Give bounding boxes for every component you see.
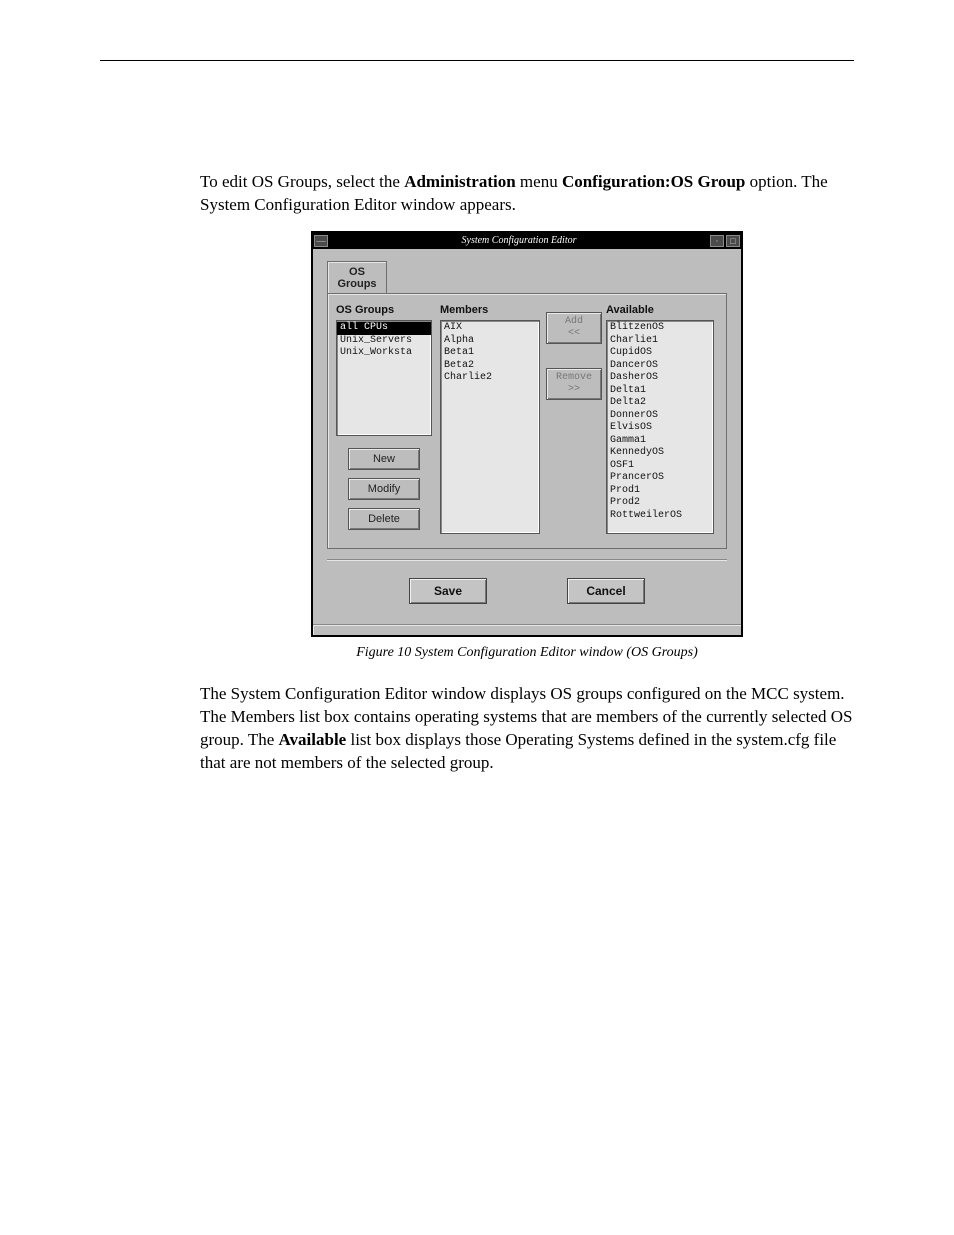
system-config-editor-window: — System Configuration Editor · □ OS Gro… <box>311 231 743 637</box>
list-item[interactable]: Unix_Worksta <box>337 347 431 360</box>
available-scrollbar[interactable] <box>716 304 726 518</box>
list-item[interactable]: Prod1 <box>607 485 713 498</box>
list-item[interactable]: all CPUs <box>337 322 431 335</box>
list-item[interactable]: Prod2 <box>607 497 713 510</box>
maximize-icon[interactable]: □ <box>726 235 740 247</box>
available-listbox[interactable]: BlitzenOSCharlie1CupidOSDancerOSDasherOS… <box>606 320 714 534</box>
text: menu <box>516 172 562 191</box>
save-button[interactable]: Save <box>409 578 487 604</box>
remove-button[interactable]: Remove >> <box>546 368 602 400</box>
window-status-strip <box>313 624 741 635</box>
minimize-icon[interactable]: · <box>710 235 724 247</box>
bold-config-osgroup: Configuration:OS Group <box>562 172 745 191</box>
header-members: Members <box>440 304 540 316</box>
list-item[interactable]: Delta2 <box>607 397 713 410</box>
header-os-groups: OS Groups <box>336 304 434 316</box>
tab-os-groups[interactable]: OS Groups <box>327 261 387 294</box>
list-item[interactable]: OSF1 <box>607 460 713 473</box>
list-item[interactable]: Beta2 <box>441 360 539 373</box>
header-available: Available <box>606 304 714 316</box>
remove-label: Remove <box>547 372 601 384</box>
bold-administration: Administration <box>404 172 515 191</box>
list-item[interactable]: PrancerOS <box>607 472 713 485</box>
add-label: Add <box>547 316 601 328</box>
list-item[interactable]: KennedyOS <box>607 447 713 460</box>
list-item[interactable]: Alpha <box>441 335 539 348</box>
add-arrows: << <box>547 328 601 340</box>
tab-line2: Groups <box>332 278 382 290</box>
text: To edit OS Groups, select the <box>200 172 404 191</box>
list-item[interactable]: AIX <box>441 322 539 335</box>
list-item[interactable]: RottweilerOS <box>607 510 713 523</box>
list-item[interactable]: CupidOS <box>607 347 713 360</box>
figure-caption: Figure 10 System Configuration Editor wi… <box>100 645 854 661</box>
window-title: System Configuration Editor <box>329 235 709 246</box>
list-item[interactable]: Charlie2 <box>441 372 539 385</box>
list-item[interactable]: Delta1 <box>607 385 713 398</box>
list-item[interactable]: BlitzenOS <box>607 322 713 335</box>
cancel-button[interactable]: Cancel <box>567 578 645 604</box>
new-button[interactable]: New <box>348 448 420 470</box>
list-item[interactable]: Gamma1 <box>607 435 713 448</box>
description-paragraph: The System Configuration Editor window d… <box>100 683 854 775</box>
list-item[interactable]: DonnerOS <box>607 410 713 423</box>
window-menu-icon[interactable]: — <box>314 235 328 247</box>
os-groups-panel: OS Groups all CPUsUnix_ServersUnix_Works… <box>327 293 727 549</box>
members-listbox[interactable]: AIXAlphaBeta1Beta2Charlie2 <box>440 320 540 534</box>
remove-arrows: >> <box>547 384 601 396</box>
delete-button[interactable]: Delete <box>348 508 420 530</box>
os-groups-listbox[interactable]: all CPUsUnix_ServersUnix_Worksta <box>336 320 432 436</box>
intro-paragraph: To edit OS Groups, select the Administra… <box>100 171 854 217</box>
list-item[interactable]: Charlie1 <box>607 335 713 348</box>
list-item[interactable]: DasherOS <box>607 372 713 385</box>
list-item[interactable]: Unix_Servers <box>337 335 431 348</box>
add-button[interactable]: Add << <box>546 312 602 344</box>
list-item[interactable]: Beta1 <box>441 347 539 360</box>
window-titlebar[interactable]: — System Configuration Editor · □ <box>313 233 741 249</box>
tab-line1: OS <box>332 266 382 278</box>
list-item[interactable]: ElvisOS <box>607 422 713 435</box>
page-top-rule <box>100 60 854 61</box>
list-item[interactable]: DancerOS <box>607 360 713 373</box>
bold-available: Available <box>279 730 347 749</box>
modify-button[interactable]: Modify <box>348 478 420 500</box>
